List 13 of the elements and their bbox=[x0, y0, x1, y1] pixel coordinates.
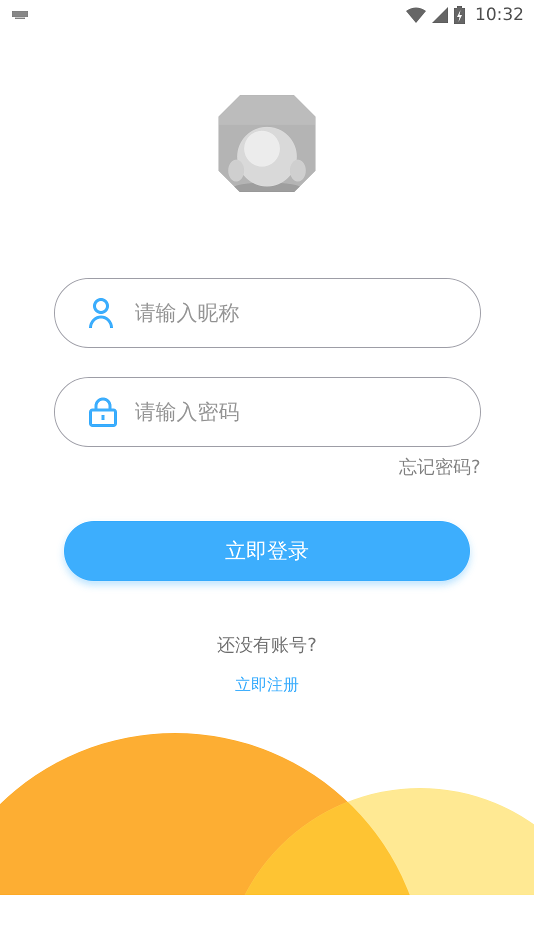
signup-link[interactable]: 立即注册 bbox=[235, 675, 299, 696]
password-field[interactable]: 请输入密码 bbox=[54, 377, 480, 448]
login-button[interactable]: 立即登录 bbox=[64, 521, 470, 581]
forgot-password-link[interactable]: 忘记密码? bbox=[398, 455, 480, 480]
user-icon bbox=[88, 298, 112, 328]
battery-icon bbox=[454, 6, 465, 24]
signal-icon bbox=[432, 6, 448, 23]
keyboard-icon bbox=[12, 10, 28, 19]
nickname-field[interactable]: 请输入昵称 bbox=[54, 278, 480, 348]
lock-icon bbox=[88, 397, 116, 428]
wifi-icon bbox=[406, 6, 426, 23]
signup-prompt: 还没有账号? bbox=[217, 634, 317, 657]
clock-time: 10:32 bbox=[475, 4, 524, 25]
